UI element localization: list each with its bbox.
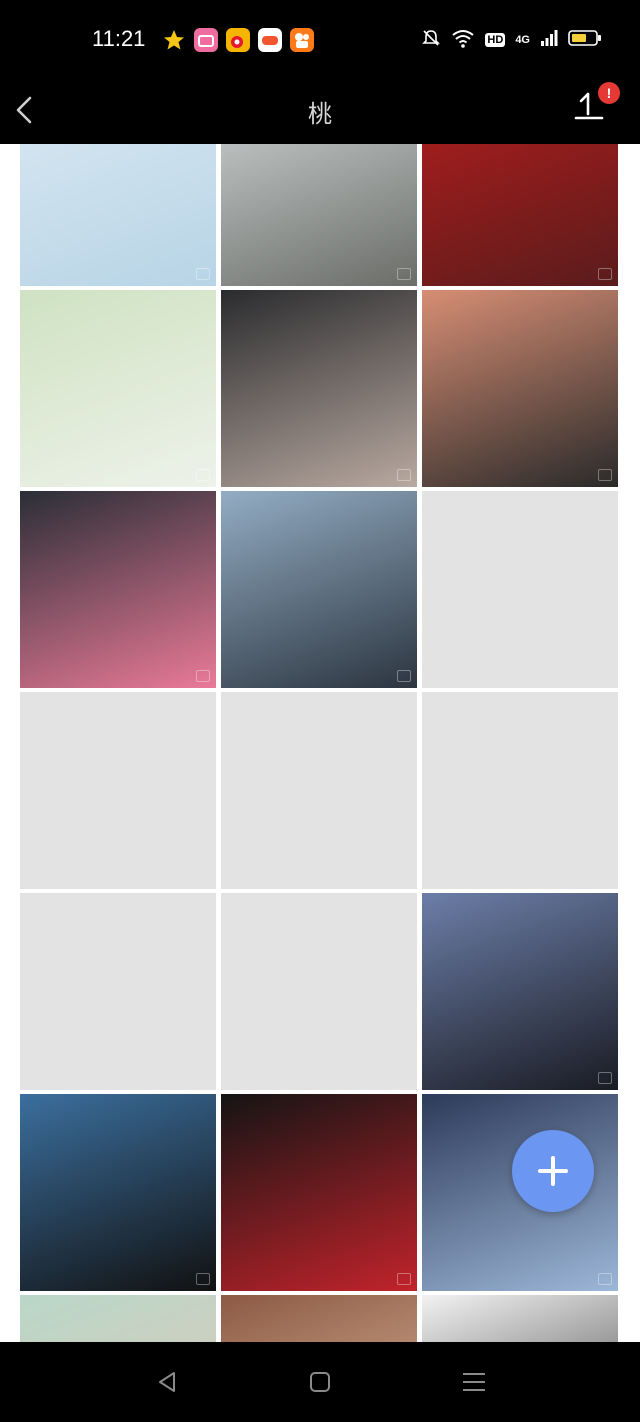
photo-placeholder[interactable] bbox=[422, 491, 618, 688]
photo-thumbnail[interactable] bbox=[221, 144, 417, 286]
image-icon bbox=[397, 670, 411, 682]
page-title: 桃 bbox=[308, 100, 332, 128]
photo-thumbnail[interactable] bbox=[20, 491, 216, 688]
star-app-icon bbox=[162, 28, 186, 52]
back-triangle-icon bbox=[159, 1372, 175, 1392]
status-bar: 11:21 HD 4G bbox=[0, 0, 640, 80]
photo-thumbnail[interactable] bbox=[221, 1094, 417, 1291]
photo-thumbnail[interactable] bbox=[20, 290, 216, 487]
photo-thumbnail[interactable] bbox=[20, 144, 216, 286]
photo-placeholder[interactable] bbox=[20, 893, 216, 1090]
status-icons: HD 4G bbox=[421, 26, 602, 54]
image-icon bbox=[196, 268, 210, 280]
weibo-app-icon bbox=[226, 28, 250, 52]
image-icon bbox=[598, 1273, 612, 1285]
menu-lines-icon bbox=[463, 1373, 485, 1391]
photo-placeholder[interactable] bbox=[221, 692, 417, 889]
photo-placeholder[interactable] bbox=[221, 893, 417, 1090]
system-navigation-bar bbox=[0, 1342, 640, 1422]
photo-thumbnail[interactable] bbox=[422, 893, 618, 1090]
hd-badge: HD bbox=[485, 33, 506, 47]
photo-thumbnail[interactable] bbox=[221, 491, 417, 688]
signal-icon bbox=[540, 29, 558, 51]
photo-placeholder[interactable] bbox=[20, 692, 216, 889]
network-type: 4G bbox=[515, 34, 530, 46]
system-menu-button[interactable] bbox=[460, 1368, 488, 1396]
photo-thumbnail[interactable] bbox=[422, 290, 618, 487]
image-icon bbox=[397, 1273, 411, 1285]
system-back-button[interactable] bbox=[154, 1368, 182, 1396]
mute-bell-icon bbox=[421, 28, 441, 52]
kuaishou-app-icon bbox=[290, 28, 314, 52]
photo-placeholder[interactable] bbox=[422, 692, 618, 889]
battery-icon bbox=[568, 29, 602, 51]
photo-thumbnail[interactable] bbox=[221, 290, 417, 487]
home-square-icon bbox=[310, 1372, 330, 1392]
image-icon bbox=[196, 670, 210, 682]
status-time: 11:21 bbox=[92, 26, 146, 51]
image-icon bbox=[196, 469, 210, 481]
image-icon bbox=[397, 268, 411, 280]
photo-thumbnail[interactable] bbox=[221, 1295, 417, 1342]
photo-thumbnail[interactable] bbox=[422, 144, 618, 286]
image-icon bbox=[397, 469, 411, 481]
photo-thumbnail[interactable] bbox=[422, 1295, 618, 1342]
plus-icon bbox=[538, 1156, 568, 1186]
wifi-icon bbox=[451, 28, 475, 52]
photo-thumbnail[interactable] bbox=[20, 1295, 216, 1342]
image-icon bbox=[598, 469, 612, 481]
system-home-button[interactable] bbox=[306, 1368, 334, 1396]
add-photo-button[interactable] bbox=[512, 1130, 594, 1212]
photo-thumbnail[interactable] bbox=[20, 1094, 216, 1291]
image-icon bbox=[598, 1072, 612, 1084]
game-app-icon bbox=[258, 28, 282, 52]
image-icon bbox=[196, 1273, 210, 1285]
bilibili-app-icon bbox=[194, 28, 218, 52]
alert-badge: ! bbox=[598, 82, 620, 104]
nav-bar: 桃 ! bbox=[0, 80, 640, 144]
image-icon bbox=[598, 268, 612, 280]
